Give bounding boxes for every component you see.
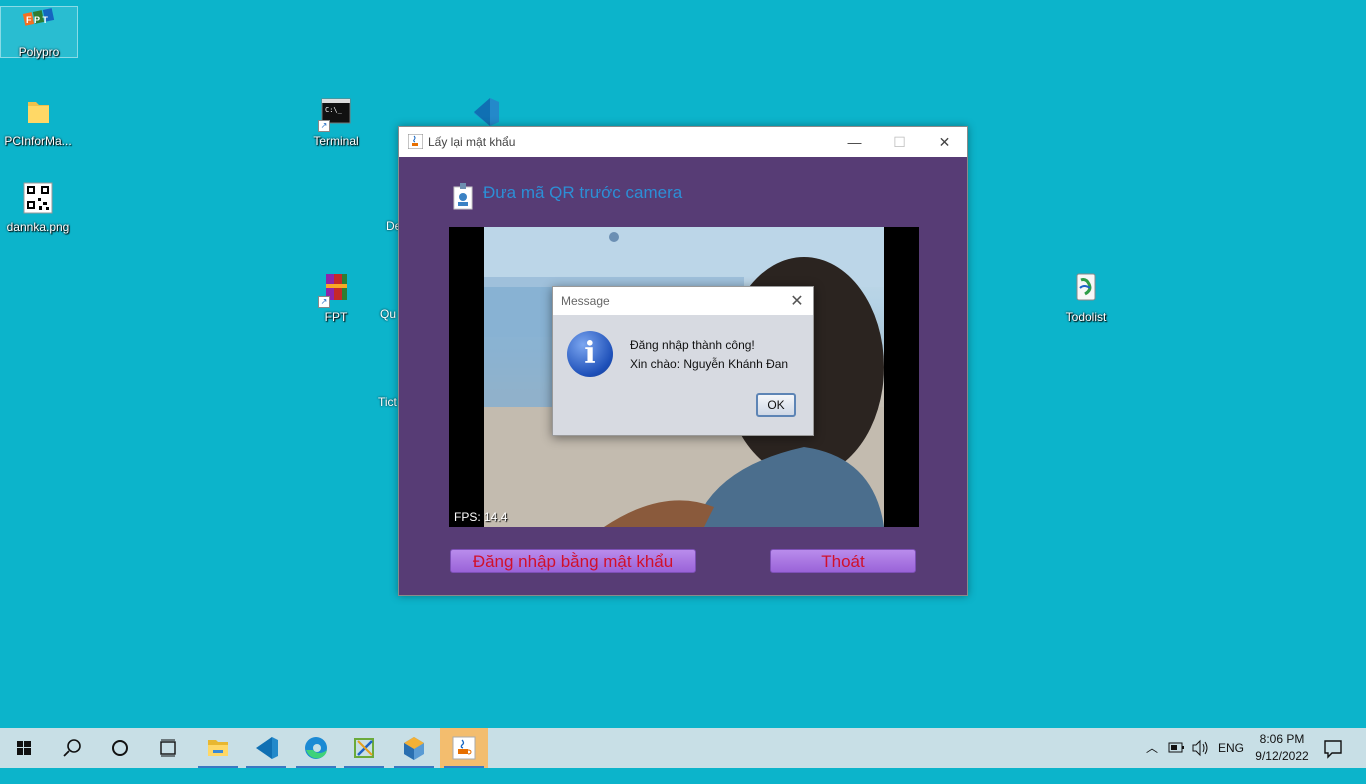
fpt-logo-icon: F P T (21, 7, 57, 43)
language-indicator[interactable]: ENG (1218, 728, 1244, 768)
dialog-message-line1: Đăng nhập thành công! (630, 338, 755, 352)
desktop-icon-fpt[interactable]: ↗ FPT (298, 272, 374, 324)
java-app-taskbar-button[interactable] (440, 728, 488, 768)
shortcut-arrow-icon: ↗ (318, 120, 330, 132)
qr-badge-icon (453, 182, 473, 210)
minimize-button[interactable]: — (832, 127, 877, 157)
desktop-icon-polypro[interactable]: F P T Polypro (0, 6, 78, 59)
desktop-icon-dannka[interactable]: dannka.png (0, 182, 76, 234)
desktop-icon-label: FPT (324, 310, 348, 324)
snipping-tool-icon (354, 738, 374, 758)
ok-button[interactable]: OK (756, 393, 796, 417)
info-icon: i (567, 331, 613, 377)
qr-instruction-heading: Đưa mã QR trước camera (483, 183, 683, 202)
desktop-icon-todolist[interactable]: Todolist (1048, 272, 1124, 324)
volume-icon[interactable] (1190, 728, 1210, 768)
dialog-message-line2: Xin chào: Nguyễn Khánh Đan (630, 357, 789, 371)
netbeans-taskbar-button[interactable] (390, 728, 438, 768)
folder-icon (20, 96, 56, 132)
desktop-icon-label: dannka.png (6, 220, 70, 234)
dialog-title: Message (561, 294, 610, 308)
task-view-button[interactable] (144, 728, 192, 768)
clock-date: 9/12/2022 (1255, 749, 1309, 763)
todolist-icon (1068, 272, 1104, 308)
clock[interactable]: 8:06 PM 9/12/2022 (1250, 731, 1314, 765)
start-button[interactable] (0, 728, 48, 768)
show-hidden-icons-button[interactable]: ︿ (1144, 728, 1160, 768)
desktop-icon-label-partial: Qu (380, 307, 397, 321)
svg-text:C:\_: C:\_ (325, 106, 343, 114)
dialog-close-button[interactable]: ✕ (787, 291, 807, 311)
vscode-icon (256, 737, 278, 759)
cortana-circle-icon (112, 740, 128, 756)
java-cup-icon (407, 133, 424, 150)
search-icon (63, 739, 81, 757)
battery-icon[interactable] (1168, 728, 1186, 768)
notifications-button[interactable] (1320, 728, 1346, 768)
netbeans-cube-icon (404, 737, 424, 760)
search-button[interactable] (48, 728, 96, 768)
qr-image-icon (20, 182, 56, 218)
cortana-button[interactable] (96, 728, 144, 768)
desktop-icon-label: Todolist (1065, 310, 1107, 324)
snipping-tool-button[interactable] (340, 728, 388, 768)
shortcut-arrow-icon: ↗ (318, 296, 330, 308)
dialog-titlebar[interactable]: Message ✕ (553, 287, 813, 315)
desktop-icon-label: Terminal (313, 134, 359, 148)
message-dialog: Message ✕ i Đăng nhập thành công! Xin ch… (552, 286, 814, 436)
terminal-icon: C:\_ ↗ (318, 96, 354, 132)
window-title: Lấy lại mật khẩu (428, 135, 516, 149)
desktop-icon-label-partial: Tict (378, 395, 397, 409)
vscode-taskbar-button[interactable] (242, 728, 290, 768)
task-view-icon (160, 739, 176, 757)
edge-icon (305, 737, 327, 759)
file-explorer-icon (208, 740, 228, 756)
close-button[interactable]: ✕ (922, 127, 967, 157)
fps-counter: FPS: 14.4 (454, 510, 508, 524)
desktop-icon-terminal[interactable]: C:\_ ↗ Terminal (298, 96, 374, 148)
maximize-button[interactable]: ☐ (877, 127, 922, 157)
desktop-icon-pcinfor[interactable]: PCInforMa... (0, 96, 76, 148)
notification-icon (1324, 740, 1342, 759)
desktop-icon-label: PCInforMa... (4, 134, 72, 148)
winrar-icon: ↗ (318, 272, 354, 308)
chevron-up-icon: ︿ (1145, 741, 1158, 755)
window-titlebar[interactable]: Lấy lại mật khẩu — ☐ ✕ (399, 127, 967, 157)
file-explorer-button[interactable] (194, 728, 242, 768)
login-with-password-button[interactable]: Đăng nhập bằng mật khẩu (450, 549, 696, 573)
taskbar: ︿ ENG 8:06 PM 9/12/2022 (0, 728, 1366, 768)
exit-button[interactable]: Thoát (770, 549, 916, 573)
edge-taskbar-button[interactable] (292, 728, 340, 768)
java-cup-icon (452, 736, 476, 760)
windows-logo-icon (17, 741, 31, 755)
svg-text:F P T: F P T (26, 15, 48, 25)
clock-time: 8:06 PM (1259, 732, 1305, 746)
desktop-icon-label: Polypro (18, 45, 60, 59)
